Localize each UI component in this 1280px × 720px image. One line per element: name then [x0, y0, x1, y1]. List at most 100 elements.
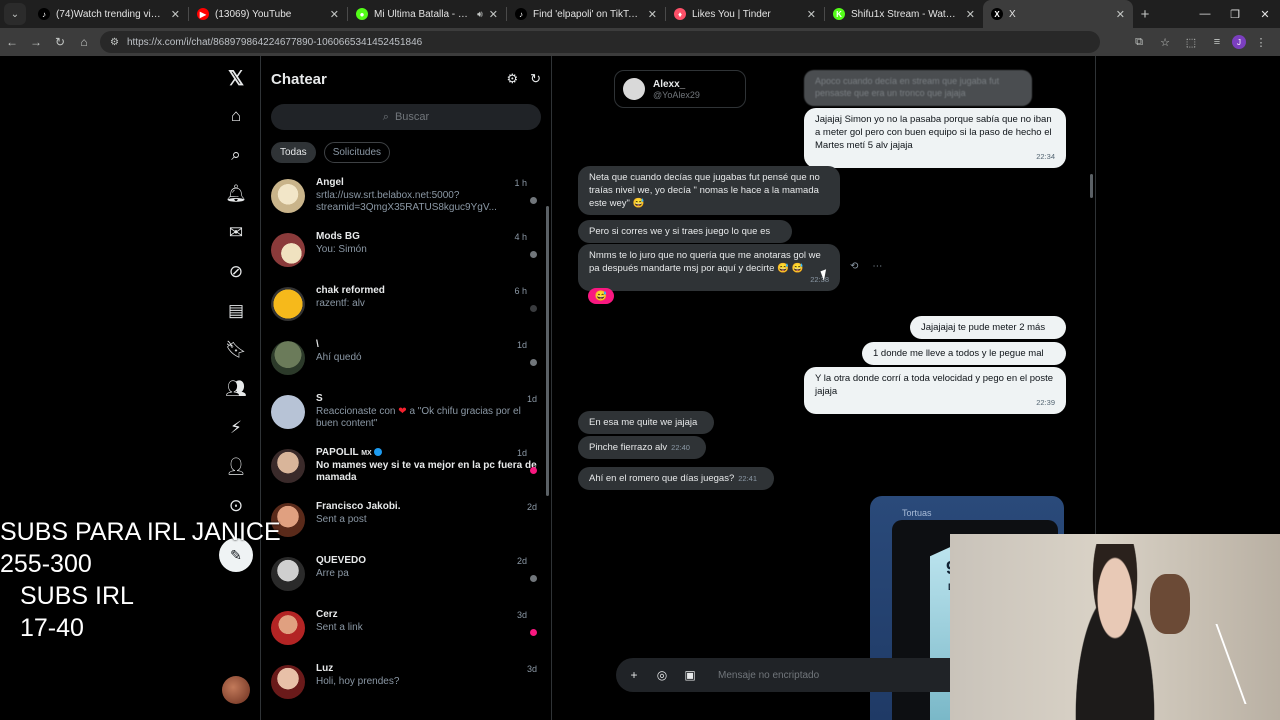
chat-search-input[interactable]: ⌕ Buscar: [271, 104, 541, 130]
premium-bolt-icon[interactable]: ⚡︎: [224, 416, 248, 440]
tab-close-icon[interactable]: ✕: [1116, 8, 1125, 21]
react-icon[interactable]: ⟲: [850, 261, 858, 272]
conversation-item-time: 2d: [526, 502, 537, 512]
browser-tab[interactable]: K Shifu1x Stream - Watch Live on ✕: [825, 0, 983, 28]
new-chat-icon[interactable]: ↻: [530, 71, 541, 87]
message-reaction-badge[interactable]: 😅: [588, 288, 614, 304]
conversation-item-preview: No mames wey si te va mejor en la pc fue…: [316, 460, 537, 483]
sent-message-bubble[interactable]: Jajajaj Simon yo no la pasaba porque sab…: [804, 108, 1066, 168]
tab-close-icon[interactable]: ✕: [807, 8, 816, 21]
site-info-icon[interactable]: ⚙: [110, 37, 119, 48]
message-text: Ahí en el romero que días juegas?: [589, 473, 735, 484]
conversation-item[interactable]: PAPOLIL MX No mames wey si te va mejor en…: [261, 441, 551, 495]
message-input[interactable]: Mensaje no encriptado: [718, 670, 819, 681]
received-message-bubble[interactable]: Ahí en el romero que días juegas? 22:41: [578, 467, 774, 490]
conversation-item[interactable]: \ Ahí quedó 1d: [261, 333, 551, 387]
image-icon[interactable]: ▣: [682, 667, 698, 683]
profile-person-icon[interactable]: 👤︎: [224, 455, 248, 479]
browser-tab[interactable]: ♪ Find 'elpapoli' on TikTok | TikTo ✕: [507, 0, 665, 28]
audio-playing-icon[interactable]: 🔊︎: [477, 9, 483, 20]
message-text: Nmms te lo juro que no quería que me ano…: [589, 250, 821, 274]
x-logo-icon[interactable]: 𝕏: [224, 66, 248, 90]
profile-avatar[interactable]: J: [1232, 35, 1246, 49]
restore-icon[interactable]: ❐: [1220, 8, 1250, 21]
conversation-item-name: chak reformed: [316, 285, 385, 296]
conversation-item[interactable]: chak reformed razentf: alv 6 h: [261, 279, 551, 333]
filter-chip-solicitudes[interactable]: Solicitudes: [323, 142, 391, 163]
bookmarks-icon[interactable]: 🔖︎: [224, 338, 248, 362]
tab-search-icon[interactable]: ⌄: [4, 3, 26, 25]
conversation-item[interactable]: Luz Holi, hoy prendes? 3d: [261, 657, 551, 711]
name-suffix: MX: [361, 450, 372, 457]
overlay-line-3: SUBS IRL: [20, 582, 134, 610]
received-message-bubble[interactable]: Pinche fierrazo alv 22:40: [578, 436, 706, 459]
browser-tab[interactable]: ▶ (13069) YouTube ✕: [189, 0, 347, 28]
avatar: [271, 287, 305, 321]
chat-list-scrollbar[interactable]: [546, 206, 549, 496]
lists-icon[interactable]: ▤: [224, 299, 248, 323]
avatar: [271, 449, 305, 483]
tab-close-icon[interactable]: ✕: [489, 8, 498, 21]
received-message-bubble[interactable]: Pero si corres we y si traes juego lo qu…: [578, 220, 792, 243]
cast-icon[interactable]: ⧉: [1128, 36, 1150, 49]
new-tab-button[interactable]: +: [1133, 6, 1157, 23]
more-circle-icon[interactable]: ⊙: [224, 494, 248, 518]
browser-tab[interactable]: ♪ (74)Watch trending videos for y ✕: [30, 0, 188, 28]
add-attachment-icon[interactable]: +: [626, 667, 642, 683]
browser-tab[interactable]: ♦ Likes You | Tinder ✕: [666, 0, 824, 28]
forward-icon[interactable]: →: [24, 35, 48, 49]
received-message-bubble[interactable]: Neta que cuando decías que jugabas fut p…: [578, 166, 840, 215]
filter-chip-todas[interactable]: Todas: [271, 142, 316, 163]
tab-close-icon[interactable]: ✕: [966, 8, 975, 21]
conversation-item[interactable]: Mods BG You: Simón 4 h: [261, 225, 551, 279]
browser-tab[interactable]: ● Mi Última Batalla - En Vivo 🔊︎ ✕: [348, 0, 506, 28]
received-message-bubble[interactable]: Nmms te lo juro que no quería que me ano…: [578, 244, 840, 291]
quoted-message-preview: Apoco cuando decía en stream que jugaba …: [804, 70, 1032, 106]
sent-message-bubble[interactable]: Jajajajaj te pude meter 2 más: [910, 316, 1066, 339]
gif-icon[interactable]: ◎: [654, 667, 670, 683]
conversation-item-time: 3d: [526, 664, 537, 674]
account-avatar[interactable]: [222, 676, 250, 704]
cable: [1215, 624, 1280, 704]
message-time: 22:40: [671, 443, 690, 452]
browser-tab[interactable]: X X ✕: [983, 0, 1133, 28]
grok-icon[interactable]: ⊘: [224, 260, 248, 284]
more-options-icon[interactable]: ⋯: [872, 261, 882, 272]
tab-favicon-icon: ●: [356, 8, 368, 20]
settings-gear-icon[interactable]: ⚙: [506, 71, 518, 87]
conversation-item-name: Francisco Jakobi.: [316, 501, 401, 512]
minimize-icon[interactable]: —: [1190, 8, 1220, 20]
conversation-profile-card[interactable]: Alexx_ @YoAlex29: [614, 70, 746, 108]
home-nav-icon[interactable]: ⌂: [224, 104, 248, 128]
notifications-bell-icon[interactable]: 🔔︎: [224, 182, 248, 206]
tab-close-icon[interactable]: ✕: [330, 8, 339, 21]
extensions-icon[interactable]: ⬚: [1180, 36, 1202, 49]
communities-icon[interactable]: 👥︎: [224, 377, 248, 401]
menu-icon[interactable]: ⋮: [1250, 36, 1272, 49]
sent-message-bubble[interactable]: Y la otra donde corrí a toda velocidad y…: [804, 367, 1066, 414]
explore-search-icon[interactable]: ⌕: [224, 143, 248, 167]
reload-icon[interactable]: ↻: [48, 35, 72, 49]
messages-envelope-icon[interactable]: ✉: [224, 221, 248, 245]
unread-dot-icon: [530, 467, 537, 474]
overlay-line-4: 17-40: [20, 614, 84, 642]
tab-close-icon[interactable]: ✕: [171, 8, 180, 21]
received-message-bubble[interactable]: En esa me quite we jajaja: [578, 411, 714, 434]
conversation-item-time: 1d: [516, 448, 527, 458]
back-icon[interactable]: ←: [0, 35, 24, 49]
conversation-scrollbar[interactable]: [1090, 174, 1093, 198]
close-window-icon[interactable]: ✕: [1250, 8, 1280, 21]
home-icon[interactable]: ⌂: [72, 35, 96, 49]
conversation-item[interactable]: Angel srtla://usw.srt.belabox.net:5000?st…: [261, 171, 551, 225]
search-icon: ⌕: [382, 110, 389, 123]
tab-close-icon[interactable]: ✕: [648, 8, 657, 21]
tab-favicon-icon: ▶: [197, 8, 209, 20]
media-icon[interactable]: ≡: [1206, 36, 1228, 48]
read-status-icon: [530, 359, 537, 366]
conversation-item-time: 1 h: [514, 178, 527, 188]
conversation-item[interactable]: S Reaccionaste con ❤ a "Ok chifu gracias …: [261, 387, 551, 441]
address-bar[interactable]: ⚙ https://x.com/i/chat/86897986422467789…: [100, 31, 1100, 53]
tab-title: Likes You | Tinder: [692, 8, 771, 20]
bookmark-star-icon[interactable]: ☆: [1154, 36, 1176, 49]
sent-message-bubble[interactable]: 1 donde me lleve a todos y le pegue mal: [862, 342, 1066, 365]
